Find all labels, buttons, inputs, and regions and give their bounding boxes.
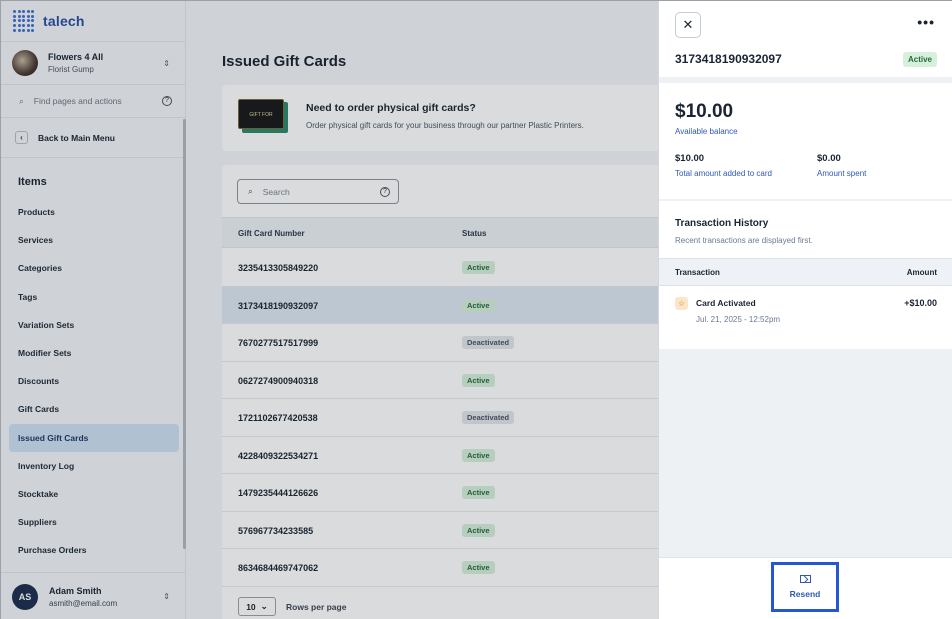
column-header-transaction: Transaction [675, 268, 720, 277]
amount-spent-value: $0.00 [817, 153, 841, 164]
transaction-amount: +$10.00 [904, 298, 937, 308]
transaction-history: Transaction History Recent transactions … [659, 201, 952, 349]
status-badge: Active [902, 52, 937, 67]
history-title: Transaction History [675, 218, 769, 229]
total-added-value: $10.00 [675, 153, 705, 164]
modal-backdrop[interactable] [1, 1, 658, 619]
panel-footer: Resend [659, 557, 952, 619]
available-balance-value: $10.00 [675, 101, 734, 122]
mail-icon [799, 575, 811, 583]
amount-spent-label: Amount spent [817, 169, 867, 178]
column-header-amount: Amount [906, 268, 937, 277]
close-icon: ✕ [682, 17, 694, 32]
total-added-label: Total amount added to card [675, 169, 772, 178]
panel-header: ✕ ••• 3173418190932097 Active [659, 1, 952, 77]
panel-card-number: 3173418190932097 [675, 52, 782, 66]
history-subtitle: Recent transactions are displayed first. [675, 236, 813, 245]
close-button[interactable]: ✕ [675, 12, 701, 38]
history-table-header: Transaction Amount [659, 258, 952, 286]
transaction-date: Jul. 21, 2025 - 12:52pm [696, 315, 781, 324]
transaction-name: Card Activated [696, 298, 756, 308]
balance-section: $10.00 Available balance $10.00 Total am… [659, 83, 952, 199]
more-options-icon[interactable]: ••• [917, 14, 935, 30]
resend-label: Resend [789, 589, 821, 599]
available-balance-label: Available balance [675, 127, 738, 136]
star-icon: ☆ [675, 297, 688, 310]
gift-card-detail-panel: ✕ ••• 3173418190932097 Active $10.00 Ava… [658, 1, 952, 619]
resend-button[interactable]: Resend [771, 562, 839, 612]
